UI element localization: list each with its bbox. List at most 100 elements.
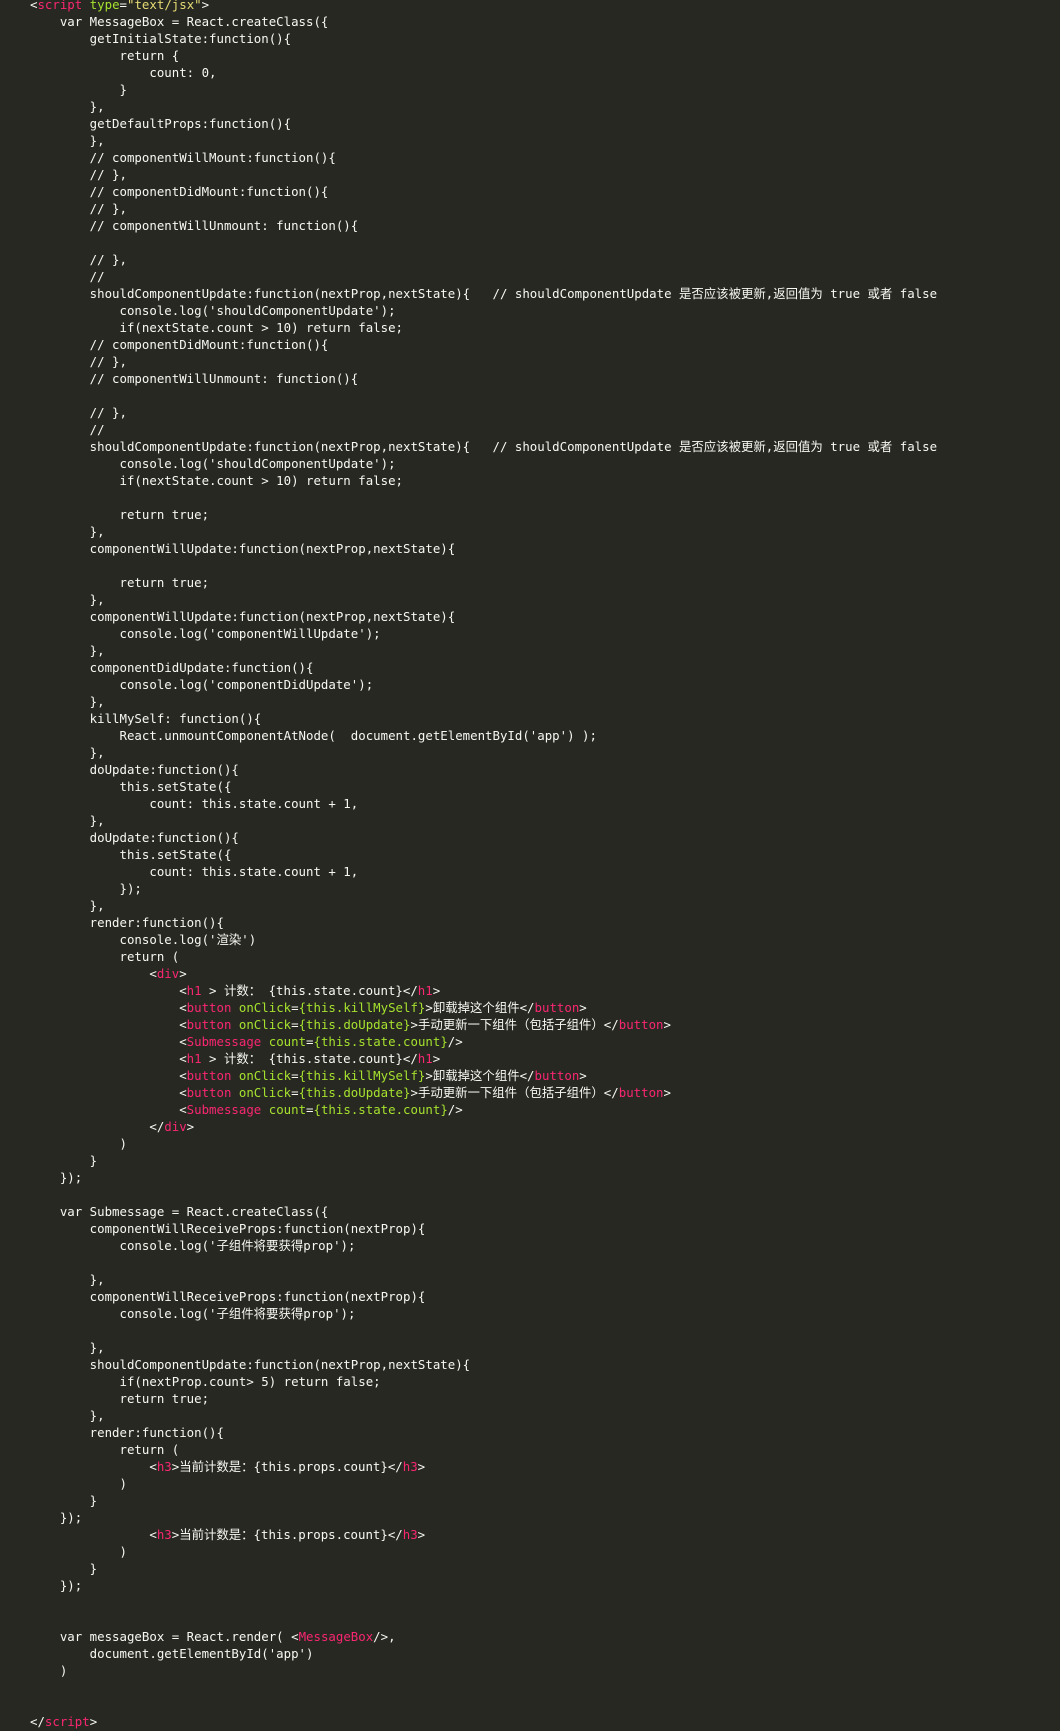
code-line[interactable] [30,234,937,251]
code-line[interactable]: return ( [30,1441,937,1458]
code-line[interactable]: // }, [30,251,937,268]
code-line[interactable]: ) [30,1662,937,1679]
code-line[interactable]: }, [30,642,937,659]
code-line[interactable]: return { [30,47,937,64]
code-line[interactable]: console.log('shouldComponentUpdate'); [30,455,937,472]
code-line[interactable]: // componentDidMount:function(){ [30,183,937,200]
code-line[interactable]: document.getElementById('app') [30,1645,937,1662]
code-line[interactable]: <button onClick={this.doUpdate}>手动更新一下组件… [30,1084,937,1101]
code-line[interactable]: } [30,81,937,98]
code-editor[interactable]: <script type="text/jsx"> var MessageBox … [0,0,1060,1731]
code-line[interactable]: }); [30,1169,937,1186]
code-line[interactable]: } [30,1152,937,1169]
code-line[interactable]: }, [30,897,937,914]
code-line[interactable]: // }, [30,404,937,421]
code-line[interactable]: <Submessage count={this.state.count}/> [30,1101,937,1118]
code-line[interactable]: killMySelf: function(){ [30,710,937,727]
code-line[interactable]: doUpdate:function(){ [30,761,937,778]
code-line[interactable]: render:function(){ [30,914,937,931]
code-line[interactable]: return true; [30,1390,937,1407]
code-line[interactable]: <button onClick={this.killMySelf}>卸载掉这个组… [30,999,937,1016]
code-line[interactable]: if(nextState.count > 10) return false; [30,319,937,336]
code-line[interactable]: }, [30,523,937,540]
code-line[interactable]: }, [30,1271,937,1288]
code-line[interactable]: return true; [30,574,937,591]
code-line[interactable] [30,387,937,404]
code-line[interactable]: }, [30,132,937,149]
code-line[interactable]: </div> [30,1118,937,1135]
code-line[interactable]: <script type="text/jsx"> [30,0,937,13]
code-line[interactable]: }, [30,98,937,115]
code-line[interactable]: ) [30,1475,937,1492]
code-line[interactable]: ) [30,1135,937,1152]
code-line[interactable]: }); [30,1509,937,1526]
code-line[interactable]: }); [30,880,937,897]
code-line[interactable]: componentWillReceiveProps:function(nextP… [30,1288,937,1305]
code-line[interactable]: shouldComponentUpdate:function(nextProp,… [30,285,937,302]
code-line[interactable]: }, [30,1339,937,1356]
code-line[interactable]: return ( [30,948,937,965]
code-line[interactable]: console.log('componentWillUpdate'); [30,625,937,642]
code-line[interactable]: console.log('渲染') [30,931,937,948]
code-line[interactable]: }, [30,591,937,608]
code-line[interactable]: <div> [30,965,937,982]
code-line[interactable]: <Submessage count={this.state.count}/> [30,1033,937,1050]
code-line[interactable] [30,1696,937,1713]
code-line[interactable] [30,557,937,574]
code-line[interactable]: count: this.state.count + 1, [30,795,937,812]
code-line[interactable]: </script> [30,1713,937,1730]
code-line[interactable]: <h3>当前计数是：{this.props.count}</h3> [30,1526,937,1543]
code-line[interactable]: getDefaultProps:function(){ [30,115,937,132]
code-line[interactable]: // componentWillUnmount: function(){ [30,217,937,234]
code-line[interactable]: doUpdate:function(){ [30,829,937,846]
code-line[interactable]: // }, [30,200,937,217]
code-line[interactable]: } [30,1560,937,1577]
code-line[interactable]: React.unmountComponentAtNode( document.g… [30,727,937,744]
code-line[interactable]: console.log('子组件将要获得prop'); [30,1305,937,1322]
code-line[interactable]: // componentDidMount:function(){ [30,336,937,353]
code-line[interactable]: console.log('shouldComponentUpdate'); [30,302,937,319]
code-line[interactable]: componentWillUpdate:function(nextProp,ne… [30,540,937,557]
code-line[interactable] [30,1254,937,1271]
code-line[interactable]: count: this.state.count + 1, [30,863,937,880]
code-line[interactable]: componentDidUpdate:function(){ [30,659,937,676]
code-line[interactable] [30,1186,937,1203]
code-line[interactable]: console.log('子组件将要获得prop'); [30,1237,937,1254]
code-line[interactable]: shouldComponentUpdate:function(nextProp,… [30,1356,937,1373]
code-line[interactable]: <button onClick={this.doUpdate}>手动更新一下组件… [30,1016,937,1033]
code-line[interactable]: // }, [30,353,937,370]
code-line[interactable]: this.setState({ [30,778,937,795]
code-line[interactable]: var messageBox = React.render( <MessageB… [30,1628,937,1645]
code-line[interactable]: var Submessage = React.createClass({ [30,1203,937,1220]
code-line[interactable] [30,1594,937,1611]
code-line[interactable]: }); [30,1577,937,1594]
code-line[interactable]: count: 0, [30,64,937,81]
code-line[interactable]: ) [30,1543,937,1560]
code-line[interactable] [30,1322,937,1339]
code-line[interactable]: <h1 > 计数： {this.state.count}</h1> [30,1050,937,1067]
code-line[interactable]: // componentWillUnmount: function(){ [30,370,937,387]
code-line[interactable]: <h1 > 计数： {this.state.count}</h1> [30,982,937,999]
code-line[interactable]: componentWillReceiveProps:function(nextP… [30,1220,937,1237]
code-line[interactable] [30,1611,937,1628]
code-line[interactable]: } [30,1492,937,1509]
code-line[interactable]: return true; [30,506,937,523]
code-line[interactable]: // }, [30,166,937,183]
code-line[interactable]: getInitialState:function(){ [30,30,937,47]
code-line[interactable]: }, [30,693,937,710]
code-line[interactable]: }, [30,812,937,829]
code-line[interactable]: if(nextState.count > 10) return false; [30,472,937,489]
code-line[interactable]: // componentWillMount:function(){ [30,149,937,166]
code-line[interactable]: var MessageBox = React.createClass({ [30,13,937,30]
code-line[interactable] [30,1679,937,1696]
code-line[interactable]: // [30,268,937,285]
code-line[interactable]: if(nextProp.count> 5) return false; [30,1373,937,1390]
code-line[interactable]: componentWillUpdate:function(nextProp,ne… [30,608,937,625]
code-line[interactable]: console.log('componentDidUpdate'); [30,676,937,693]
code-line[interactable] [30,489,937,506]
code-line[interactable]: this.setState({ [30,846,937,863]
code-line[interactable]: <button onClick={this.killMySelf}>卸载掉这个组… [30,1067,937,1084]
code-line[interactable]: }, [30,744,937,761]
code-line[interactable]: render:function(){ [30,1424,937,1441]
code-line[interactable]: shouldComponentUpdate:function(nextProp,… [30,438,937,455]
